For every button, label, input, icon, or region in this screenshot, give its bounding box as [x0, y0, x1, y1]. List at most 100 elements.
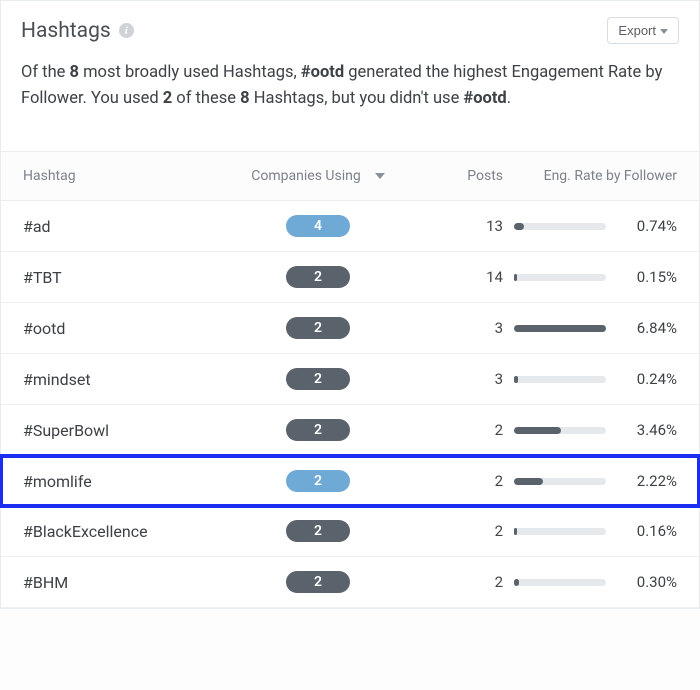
col-header-rate[interactable]: Eng. Rate by Follower: [503, 168, 677, 184]
rate-cell: 0.16%: [503, 522, 677, 540]
table-body: #ad 4 13 0.74% #TBT 2 14 0.15% #ootd 2 3 6.84% #mind…: [1, 201, 699, 608]
table-row[interactable]: #mindset 2 3 0.24%: [1, 354, 699, 405]
table-row[interactable]: #SuperBowl 2 2 3.46%: [1, 405, 699, 456]
rate-cell: 0.30%: [503, 573, 677, 591]
col-header-companies-label: Companies Using: [251, 168, 360, 184]
rate-value: 0.15%: [622, 268, 677, 286]
rate-bar-fill: [514, 274, 517, 281]
companies-cell: 4: [233, 215, 403, 237]
posts-cell: 13: [403, 217, 503, 235]
summary-bold: 8: [240, 89, 249, 108]
hashtag-cell: #TBT: [23, 268, 233, 287]
table-header: Hashtag Companies Using Posts Eng. Rate …: [1, 151, 699, 201]
hashtag-cell: #ad: [23, 217, 233, 236]
rate-cell: 6.84%: [503, 319, 677, 337]
panel-header: Hashtags i Export: [1, 1, 699, 54]
summary-bold: #ootd: [301, 63, 344, 82]
companies-cell: 2: [233, 470, 403, 492]
rate-value: 0.30%: [622, 573, 677, 591]
companies-cell: 2: [233, 317, 403, 339]
rate-bar-track: [514, 427, 606, 434]
companies-pill: 2: [286, 419, 350, 441]
companies-pill: 2: [286, 266, 350, 288]
table-row[interactable]: #momlife 2 2 2.22%: [0, 454, 700, 508]
posts-cell: 14: [403, 268, 503, 286]
summary-frag: Hashtags, but you didn't use: [250, 89, 464, 108]
export-button[interactable]: Export: [607, 17, 679, 44]
companies-pill: 2: [286, 470, 350, 492]
summary-frag: most broadly used Hashtags,: [79, 63, 301, 82]
rate-bar-fill: [514, 427, 561, 434]
summary-text: Of the 8 most broadly used Hashtags, #oo…: [1, 54, 699, 151]
table-row[interactable]: #ad 4 13 0.74%: [1, 201, 699, 252]
companies-pill: 2: [286, 317, 350, 339]
summary-frag: .: [507, 89, 511, 108]
companies-pill: 4: [286, 215, 350, 237]
companies-pill: 2: [286, 571, 350, 593]
rate-value: 0.16%: [622, 522, 677, 540]
rate-bar-fill: [514, 376, 518, 383]
info-icon[interactable]: i: [119, 23, 134, 38]
companies-pill: 2: [286, 520, 350, 542]
title-row: Hashtags i: [21, 19, 134, 43]
rate-cell: 2.22%: [503, 472, 677, 490]
rate-bar-track: [514, 325, 606, 332]
posts-cell: 2: [403, 421, 503, 439]
rate-cell: 0.15%: [503, 268, 677, 286]
rate-bar-fill: [514, 223, 524, 230]
export-label: Export: [618, 23, 656, 38]
rate-cell: 3.46%: [503, 421, 677, 439]
table-row[interactable]: #TBT 2 14 0.15%: [1, 252, 699, 303]
posts-cell: 2: [403, 472, 503, 490]
posts-cell: 2: [403, 522, 503, 540]
page-title: Hashtags: [21, 19, 111, 43]
summary-frag: Of the: [21, 63, 70, 82]
posts-cell: 2: [403, 573, 503, 591]
hashtag-cell: #momlife: [23, 472, 233, 491]
table-row[interactable]: #BHM 2 2 0.30%: [1, 557, 699, 608]
col-header-posts[interactable]: Posts: [403, 168, 503, 184]
companies-cell: 2: [233, 571, 403, 593]
summary-bold: 8: [70, 63, 79, 82]
rate-value: 2.22%: [622, 472, 677, 490]
rate-bar-track: [514, 478, 606, 485]
rate-bar-track: [514, 376, 606, 383]
table-row[interactable]: #BlackExcellence 2 2 0.16%: [1, 506, 699, 557]
rate-bar-track: [514, 528, 606, 535]
companies-cell: 2: [233, 520, 403, 542]
companies-cell: 2: [233, 266, 403, 288]
col-header-hashtag[interactable]: Hashtag: [23, 168, 233, 184]
rate-value: 6.84%: [622, 319, 677, 337]
rate-value: 0.74%: [622, 217, 677, 235]
chevron-down-icon: [660, 29, 668, 34]
hashtag-cell: #mindset: [23, 370, 233, 389]
hashtag-cell: #ootd: [23, 319, 233, 338]
table-row[interactable]: #ootd 2 3 6.84%: [1, 303, 699, 354]
summary-bold: #ootd: [463, 89, 506, 108]
sort-desc-icon: [375, 173, 385, 179]
rate-bar-track: [514, 223, 606, 230]
rate-bar-track: [514, 274, 606, 281]
posts-cell: 3: [403, 370, 503, 388]
rate-bar-track: [514, 579, 606, 586]
col-header-companies[interactable]: Companies Using: [233, 168, 403, 184]
companies-pill: 2: [286, 368, 350, 390]
companies-cell: 2: [233, 368, 403, 390]
rate-bar-fill: [514, 478, 543, 485]
hashtags-table: Hashtag Companies Using Posts Eng. Rate …: [1, 151, 699, 608]
hashtag-cell: #SuperBowl: [23, 421, 233, 440]
hashtag-cell: #BHM: [23, 573, 233, 592]
summary-bold: 2: [163, 89, 172, 108]
rate-bar-fill: [514, 528, 517, 535]
posts-cell: 3: [403, 319, 503, 337]
rate-cell: 0.24%: [503, 370, 677, 388]
companies-cell: 2: [233, 419, 403, 441]
hashtags-panel: Hashtags i Export Of the 8 most broadly …: [0, 0, 700, 609]
rate-bar-fill: [514, 325, 606, 332]
rate-bar-fill: [514, 579, 519, 586]
summary-frag: of these: [172, 89, 240, 108]
rate-cell: 0.74%: [503, 217, 677, 235]
hashtag-cell: #BlackExcellence: [23, 522, 233, 541]
rate-value: 0.24%: [622, 370, 677, 388]
rate-value: 3.46%: [622, 421, 677, 439]
